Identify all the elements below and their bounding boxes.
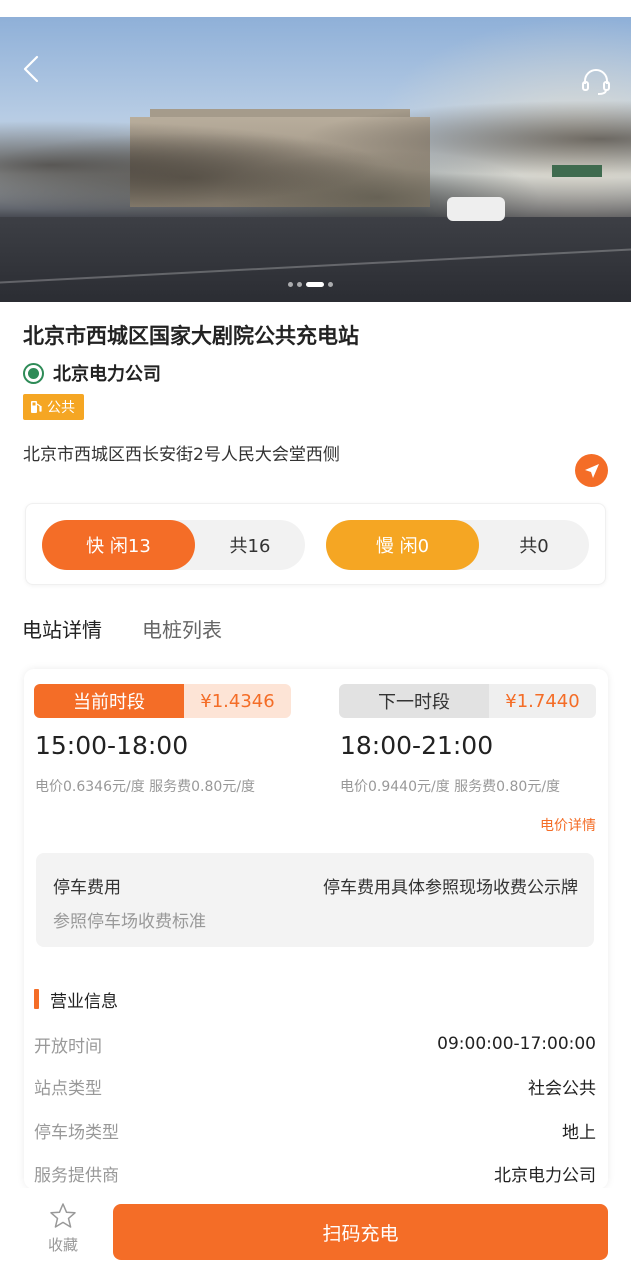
station-title: 北京市西城区国家大剧院公共充电站 (23, 324, 359, 348)
station-address: 北京市西城区西长安街2号人民大会堂西侧 (23, 445, 340, 465)
slow-total-label: 共0 (519, 536, 549, 557)
carousel-dot[interactable] (306, 281, 324, 287)
info-key: 服务提供商 (34, 1165, 119, 1186)
section-accent-bar (34, 989, 39, 1009)
favorite-label: 收藏 (47, 1236, 78, 1254)
slow-charger-pill[interactable]: 慢 闲0 共0 (326, 520, 589, 570)
parking-fee-box: 停车费用 停车费用具体参照现场收费公示牌 参照停车场收费标准 (36, 853, 594, 947)
price-details-link[interactable]: 电价详情 (540, 815, 596, 835)
favorite-button[interactable]: 收藏 (40, 1202, 86, 1255)
chevron-left-icon (23, 55, 39, 83)
current-period-header: 当前时段 ¥1.4346 (34, 684, 291, 718)
parking-fee-value: 停车费用具体参照现场收费公示牌 (323, 878, 578, 898)
bottom-action-bar: 收藏 扫码充电 (0, 1188, 631, 1280)
photo-car (447, 197, 505, 221)
info-row-open-hours: 开放时间 09:00:00-17:00:00 (34, 1032, 596, 1057)
current-period-breakdown: 电价0.6346元/度 服务费0.80元/度 (35, 779, 256, 795)
next-period-header: 下一时段 ¥1.7440 (339, 684, 596, 718)
next-period-price: ¥1.7440 (489, 684, 596, 718)
info-value: 北京电力公司 (494, 1165, 596, 1186)
info-row-parking-type: 停车场类型 地上 (34, 1118, 596, 1143)
tab-charger-list[interactable]: 电桩列表 (142, 614, 222, 643)
operator-row: 北京电力公司 (23, 361, 161, 385)
next-period-breakdown: 电价0.9440元/度 服务费0.80元/度 (340, 779, 561, 795)
info-key: 站点类型 (34, 1078, 102, 1099)
current-period-label: 当前时段 (34, 684, 184, 718)
fast-available-label: 快 闲13 (42, 520, 195, 570)
station-photo-carousel[interactable] (0, 17, 631, 302)
carousel-dot[interactable] (297, 281, 302, 287)
current-period-price: ¥1.4346 (184, 684, 291, 718)
info-key: 开放时间 (34, 1036, 102, 1057)
back-button[interactable] (18, 51, 48, 87)
current-period-time: 15:00-18:00 (35, 731, 189, 760)
detail-tabs: 电站详情 电桩列表 (22, 614, 222, 643)
station-detail-card: 当前时段 ¥1.4346 下一时段 ¥1.7440 15:00-18:00 18… (24, 669, 608, 1189)
slow-available-label: 慢 闲0 (326, 520, 479, 570)
parking-fee-note: 参照停车场收费标准 (53, 912, 206, 932)
fuel-pump-icon (31, 401, 42, 413)
next-period-time: 18:00-21:00 (340, 731, 494, 760)
info-value: 社会公共 (528, 1078, 596, 1099)
business-info-title: 营业信息 (50, 991, 118, 1012)
fast-total-label: 共16 (229, 536, 271, 557)
tab-station-details[interactable]: 电站详情 (22, 614, 102, 643)
carousel-dot[interactable] (328, 281, 333, 287)
photo-trees (0, 87, 631, 217)
carousel-indicator (288, 281, 333, 287)
info-value: 地上 (562, 1122, 596, 1143)
navigate-button[interactable] (575, 454, 608, 487)
photo-road (0, 217, 631, 302)
business-info-heading: 营业信息 (34, 989, 118, 1012)
navigation-arrow-icon (584, 463, 599, 478)
info-value: 09:00:00-17:00:00 (437, 1034, 596, 1054)
public-tag-label: 公共 (47, 400, 75, 416)
photo-road-sign (552, 165, 602, 177)
customer-service-button[interactable] (580, 67, 612, 97)
star-icon (50, 1203, 76, 1228)
operator-logo (23, 362, 44, 384)
info-row-service-provider: 服务提供商 北京电力公司 (34, 1161, 596, 1186)
carousel-dot[interactable] (288, 281, 293, 287)
headset-icon (582, 69, 610, 95)
next-period-label: 下一时段 (339, 684, 489, 718)
charger-availability-card: 快 闲13 共16 慢 闲0 共0 (25, 503, 606, 585)
parking-fee-label: 停车费用 (53, 878, 121, 898)
fast-charger-pill[interactable]: 快 闲13 共16 (42, 520, 305, 570)
public-tag: 公共 (23, 394, 84, 420)
scan-to-charge-button[interactable]: 扫码充电 (113, 1204, 608, 1260)
info-row-station-type: 站点类型 社会公共 (34, 1074, 596, 1099)
info-key: 停车场类型 (34, 1122, 119, 1143)
operator-name: 北京电力公司 (53, 364, 161, 385)
